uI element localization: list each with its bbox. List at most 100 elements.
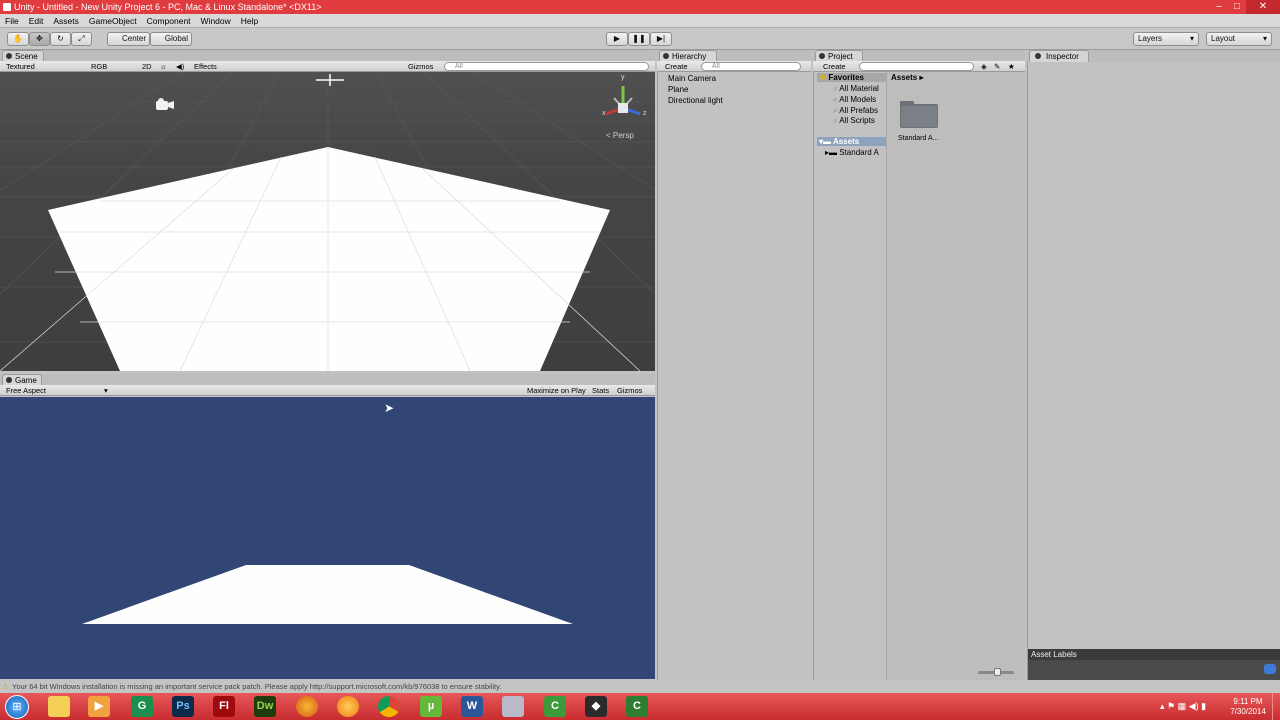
taskbar-app-13[interactable]: C bbox=[544, 696, 566, 717]
asset-label-tag-icon[interactable] bbox=[1264, 664, 1276, 674]
scene-view[interactable]: y x z < Persp bbox=[0, 72, 655, 371]
assets-tree-root[interactable]: ▾▬ Assets bbox=[817, 137, 886, 146]
menu-window[interactable]: Window bbox=[196, 14, 236, 28]
menu-gameobject[interactable]: GameObject bbox=[84, 14, 142, 28]
camtasia-icon: C bbox=[551, 700, 559, 712]
projection-mode-label[interactable]: < Persp bbox=[606, 131, 634, 140]
title-bar: Unity - Untitled - New Unity Project 6 -… bbox=[0, 0, 1280, 14]
taskbar-app-3[interactable]: G bbox=[131, 696, 153, 717]
camtasia-recorder-icon: C bbox=[633, 700, 641, 712]
app-g-icon: G bbox=[137, 700, 147, 712]
close-button[interactable]: ✕ bbox=[1246, 0, 1280, 14]
move-tool-button[interactable]: ✥ bbox=[29, 32, 50, 46]
hierarchy-item-main-camera[interactable]: Main Camera bbox=[668, 74, 716, 83]
project-create-dropdown[interactable]: Create bbox=[823, 61, 846, 72]
taskbar-app-1[interactable] bbox=[48, 696, 70, 717]
tray-icons[interactable]: ▴ ⚑ ▦ ◀) ▮ bbox=[1160, 701, 1206, 712]
game-plane bbox=[82, 565, 573, 624]
assets-tree-standard-assets[interactable]: ▸▬ Standard A bbox=[825, 148, 879, 157]
favorites-label: Favorites bbox=[828, 73, 864, 82]
effects-dropdown[interactable]: Effects bbox=[194, 61, 217, 72]
clock-time: 9:11 PM bbox=[1233, 697, 1263, 706]
orientation-gizmo[interactable] bbox=[605, 86, 641, 116]
favorite-all-models[interactable]: ⌕ All Models bbox=[833, 95, 876, 105]
favorite-all-prefabs[interactable]: ⌕ All Prefabs bbox=[833, 106, 878, 116]
hand-tool-button[interactable]: ✋ bbox=[7, 32, 29, 46]
menu-help[interactable]: Help bbox=[236, 14, 263, 28]
clock[interactable]: 9:11 PM 7/30/2014 bbox=[1228, 697, 1268, 717]
shading-mode-dropdown[interactable]: Textured bbox=[6, 61, 35, 72]
taskbar-app-10[interactable]: µ bbox=[420, 696, 442, 717]
tab-inspector[interactable]: Inspector bbox=[1029, 50, 1089, 62]
scene-gizmos-dropdown[interactable]: Gizmos bbox=[408, 61, 433, 72]
search-icon: ⌕ bbox=[833, 106, 838, 115]
favorite-star-icon[interactable]: ★ bbox=[1008, 61, 1015, 72]
scene-canvas bbox=[0, 72, 655, 371]
maximize-button[interactable]: □ bbox=[1228, 0, 1246, 14]
taskbar-app-2[interactable]: ▶ bbox=[88, 696, 110, 717]
minimize-button[interactable]: – bbox=[1210, 0, 1228, 14]
start-button[interactable]: ⊞ bbox=[5, 695, 29, 719]
layout-dropdown[interactable]: Layout ▾ bbox=[1206, 32, 1272, 46]
photoshop-icon: Ps bbox=[176, 700, 190, 712]
taskbar-app-11[interactable]: W bbox=[461, 696, 483, 717]
hierarchy-item-directional-light[interactable]: Directional light bbox=[668, 96, 723, 105]
plane-object[interactable] bbox=[48, 147, 610, 371]
taskbar-app-12[interactable] bbox=[502, 696, 524, 717]
scene-search-input[interactable]: All bbox=[444, 62, 649, 71]
audio-toggle-icon[interactable]: ◀) bbox=[176, 61, 184, 72]
show-desktop-button[interactable] bbox=[1272, 693, 1280, 720]
camera-gizmo[interactable] bbox=[156, 98, 174, 110]
game-gizmos-toggle[interactable]: Gizmos bbox=[617, 385, 642, 396]
mode-2d-toggle[interactable]: 2D bbox=[142, 61, 152, 72]
window-title: Unity - Untitled - New Unity Project 6 -… bbox=[14, 2, 322, 12]
zoom-slider-handle[interactable] bbox=[994, 668, 1001, 676]
inspector-panel bbox=[1027, 50, 1280, 680]
hierarchy-item-plane[interactable]: Plane bbox=[668, 85, 688, 94]
filter-label-icon[interactable]: ✎ bbox=[994, 61, 1000, 72]
menu-component[interactable]: Component bbox=[142, 14, 196, 28]
taskbar-app-4[interactable]: Ps bbox=[172, 696, 194, 717]
asset-labels-label: Asset Labels bbox=[1031, 650, 1077, 659]
aspect-dropdown[interactable]: Free Aspect bbox=[6, 385, 46, 396]
favorite-all-materials[interactable]: ⌕ All Material bbox=[833, 84, 879, 94]
scale-tool-button[interactable]: ⤢ bbox=[71, 32, 92, 46]
maximize-on-play-toggle[interactable]: Maximize on Play bbox=[527, 385, 586, 396]
taskbar-app-9[interactable] bbox=[378, 696, 400, 717]
taskbar-app-5[interactable]: Fl bbox=[213, 696, 235, 717]
assets-breadcrumb[interactable]: Assets ▸ bbox=[891, 73, 924, 82]
hierarchy-search-input[interactable]: All bbox=[701, 62, 801, 71]
layers-dropdown[interactable]: Layers ▾ bbox=[1133, 32, 1199, 46]
pivot-center-toggle[interactable]: Center bbox=[107, 32, 150, 46]
taskbar-app-15[interactable]: C bbox=[626, 696, 648, 717]
stats-toggle[interactable]: Stats bbox=[592, 385, 609, 396]
step-button[interactable]: ▶| bbox=[650, 32, 672, 46]
clock-date: 7/30/2014 bbox=[1230, 707, 1266, 716]
flash-icon: Fl bbox=[219, 700, 229, 712]
directional-light-gizmo[interactable] bbox=[316, 74, 344, 86]
hierarchy-create-dropdown[interactable]: Create bbox=[665, 61, 688, 72]
menu-file[interactable]: File bbox=[0, 14, 24, 28]
play-button[interactable]: ▶ bbox=[606, 32, 628, 46]
taskbar-app-8[interactable] bbox=[337, 696, 359, 717]
lighting-toggle-icon[interactable]: ☼ bbox=[160, 61, 167, 72]
filter-type-icon[interactable]: ◈ bbox=[981, 61, 987, 72]
favorites-header[interactable]: ★ Favorites bbox=[817, 73, 886, 82]
favorite-all-scripts[interactable]: ⌕ All Scripts bbox=[833, 116, 875, 126]
game-view[interactable] bbox=[0, 397, 655, 679]
taskbar-app-6[interactable]: Dw bbox=[254, 696, 276, 717]
taskbar-app-14[interactable]: ◆ bbox=[585, 696, 607, 717]
scene-tab-label: Scene bbox=[15, 52, 38, 61]
space-global-toggle[interactable]: Global bbox=[150, 32, 192, 46]
game-canvas bbox=[82, 565, 573, 624]
taskbar-app-7[interactable] bbox=[296, 696, 318, 717]
pause-button[interactable]: ❚❚ bbox=[628, 32, 650, 46]
menu-assets[interactable]: Assets bbox=[48, 14, 84, 28]
rotate-tool-button[interactable]: ↻ bbox=[50, 32, 71, 46]
render-mode-dropdown[interactable]: RGB bbox=[91, 61, 107, 72]
status-bar[interactable]: ⚠ Your 64 bit Windows installation is mi… bbox=[0, 681, 1280, 693]
menu-edit[interactable]: Edit bbox=[24, 14, 49, 28]
standard-assets-folder[interactable] bbox=[900, 98, 938, 128]
project-search-input[interactable] bbox=[859, 62, 974, 71]
chevron-right-icon: ▸ bbox=[919, 73, 924, 82]
